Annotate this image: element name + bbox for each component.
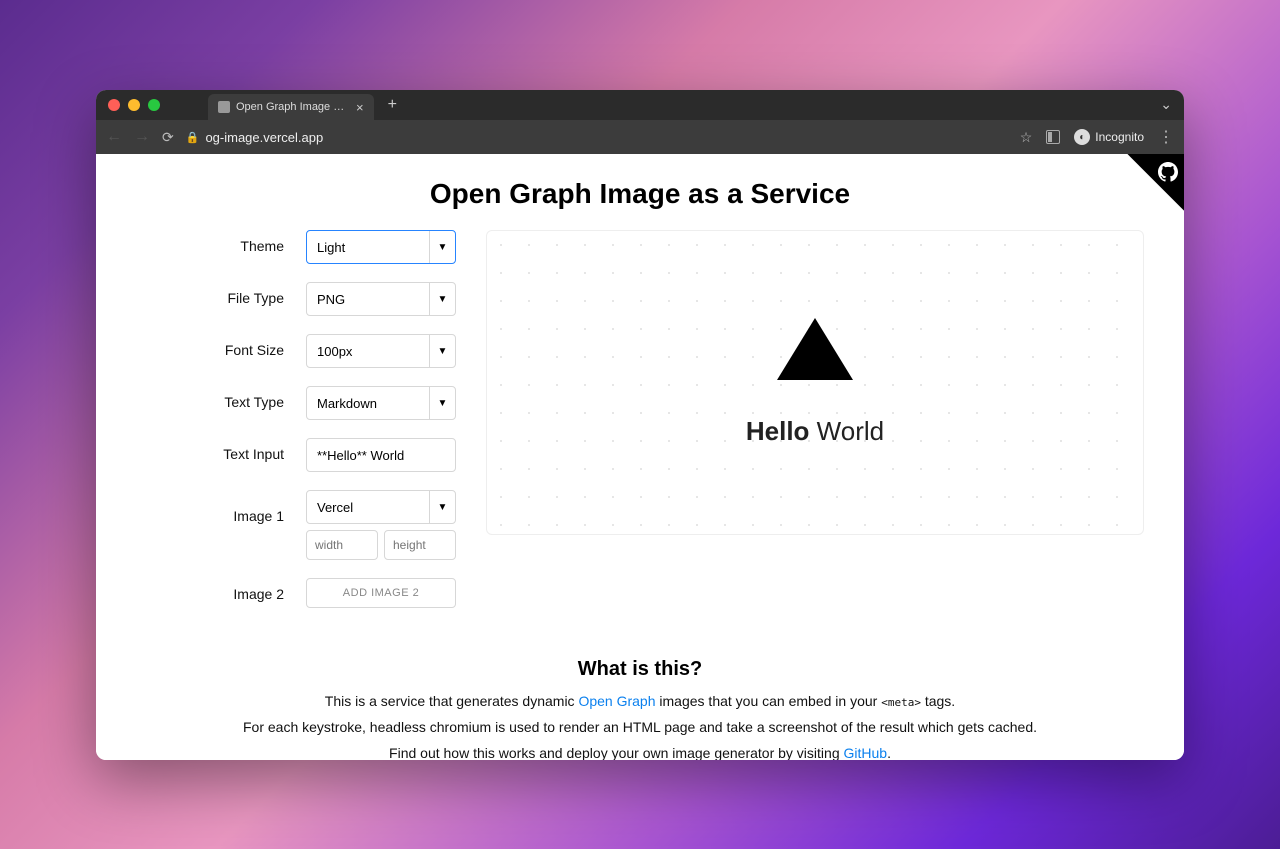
theme-select[interactable]: Light ▼: [306, 230, 456, 264]
font-size-value: 100px: [307, 344, 429, 359]
bookmark-button[interactable]: ☆: [1020, 129, 1033, 146]
traffic-lights: [108, 99, 160, 111]
preview-text: Hello World: [746, 416, 884, 447]
github-icon: [1158, 162, 1178, 182]
close-window-button[interactable]: [108, 99, 120, 111]
chevron-down-icon: ▼: [429, 387, 455, 419]
tab-favicon-icon: [218, 101, 230, 113]
form-column: Theme Light ▼ File Type PNG ▼ Font Size: [136, 230, 456, 626]
theme-label: Theme: [136, 230, 306, 254]
reload-button[interactable]: ⟳: [162, 129, 174, 146]
browser-tab[interactable]: Open Graph Image as a Servic ×: [208, 94, 374, 120]
tab-close-button[interactable]: ×: [356, 100, 364, 115]
tab-list-button[interactable]: ⌄: [1160, 96, 1172, 112]
chevron-down-icon: ▼: [429, 231, 455, 263]
text-type-label: Text Type: [136, 386, 306, 410]
browser-menu-button[interactable]: ⋮: [1158, 127, 1174, 147]
minimize-window-button[interactable]: [128, 99, 140, 111]
image1-select[interactable]: Vercel ▼: [306, 490, 456, 524]
file-type-label: File Type: [136, 282, 306, 306]
browser-window: Open Graph Image as a Servic × + ⌄ ← → ⟳…: [96, 90, 1184, 760]
window-titlebar: Open Graph Image as a Servic × + ⌄: [96, 90, 1184, 120]
page-title: Open Graph Image as a Service: [96, 178, 1184, 210]
forward-button[interactable]: →: [134, 128, 150, 146]
file-type-select[interactable]: PNG ▼: [306, 282, 456, 316]
text-input-field[interactable]: [306, 438, 456, 472]
github-link[interactable]: GitHub: [844, 745, 888, 760]
chevron-down-icon: ▼: [429, 491, 455, 523]
incognito-label: Incognito: [1095, 130, 1144, 144]
what-is-this-section: What is this? This is a service that gen…: [96, 658, 1184, 760]
url-bar[interactable]: 🔒 og-image.vercel.app: [186, 130, 1008, 145]
lock-icon: 🔒: [186, 131, 200, 144]
file-type-value: PNG: [307, 292, 429, 307]
image1-value: Vercel: [307, 500, 429, 515]
github-corner[interactable]: [1104, 154, 1184, 234]
image1-width-input[interactable]: [306, 530, 378, 560]
what-paragraph-2: For each keystroke, headless chromium is…: [96, 719, 1184, 735]
image1-height-input[interactable]: [384, 530, 456, 560]
page-content: Open Graph Image as a Service Theme Ligh…: [96, 154, 1184, 760]
chevron-down-icon: ▼: [429, 335, 455, 367]
text-input-label: Text Input: [136, 438, 306, 462]
meta-code: <meta>: [881, 696, 921, 709]
font-size-label: Font Size: [136, 334, 306, 358]
vercel-logo-icon: [777, 318, 853, 380]
incognito-icon: ◐: [1074, 129, 1090, 145]
what-paragraph-3: Find out how this works and deploy your …: [96, 745, 1184, 760]
new-tab-button[interactable]: +: [388, 96, 397, 114]
open-graph-link[interactable]: Open Graph: [578, 693, 655, 709]
chevron-down-icon: ▼: [429, 283, 455, 315]
maximize-window-button[interactable]: [148, 99, 160, 111]
theme-value: Light: [307, 240, 429, 255]
url-text: og-image.vercel.app: [205, 130, 323, 145]
preview-panel: Hello World: [486, 230, 1144, 535]
incognito-badge[interactable]: ◐ Incognito: [1074, 129, 1144, 145]
what-title: What is this?: [96, 658, 1184, 681]
font-size-select[interactable]: 100px ▼: [306, 334, 456, 368]
add-image-button[interactable]: ADD IMAGE 2: [306, 578, 456, 608]
extensions-button[interactable]: [1046, 130, 1060, 144]
address-bar: ← → ⟳ 🔒 og-image.vercel.app ☆ ◐ Incognit…: [96, 120, 1184, 154]
back-button[interactable]: ←: [106, 128, 122, 146]
text-type-value: Markdown: [307, 396, 429, 411]
text-type-select[interactable]: Markdown ▼: [306, 386, 456, 420]
tab-title: Open Graph Image as a Servic: [236, 101, 346, 113]
image1-label: Image 1: [136, 490, 306, 524]
image2-label: Image 2: [136, 578, 306, 602]
what-paragraph-1: This is a service that generates dynamic…: [96, 693, 1184, 709]
